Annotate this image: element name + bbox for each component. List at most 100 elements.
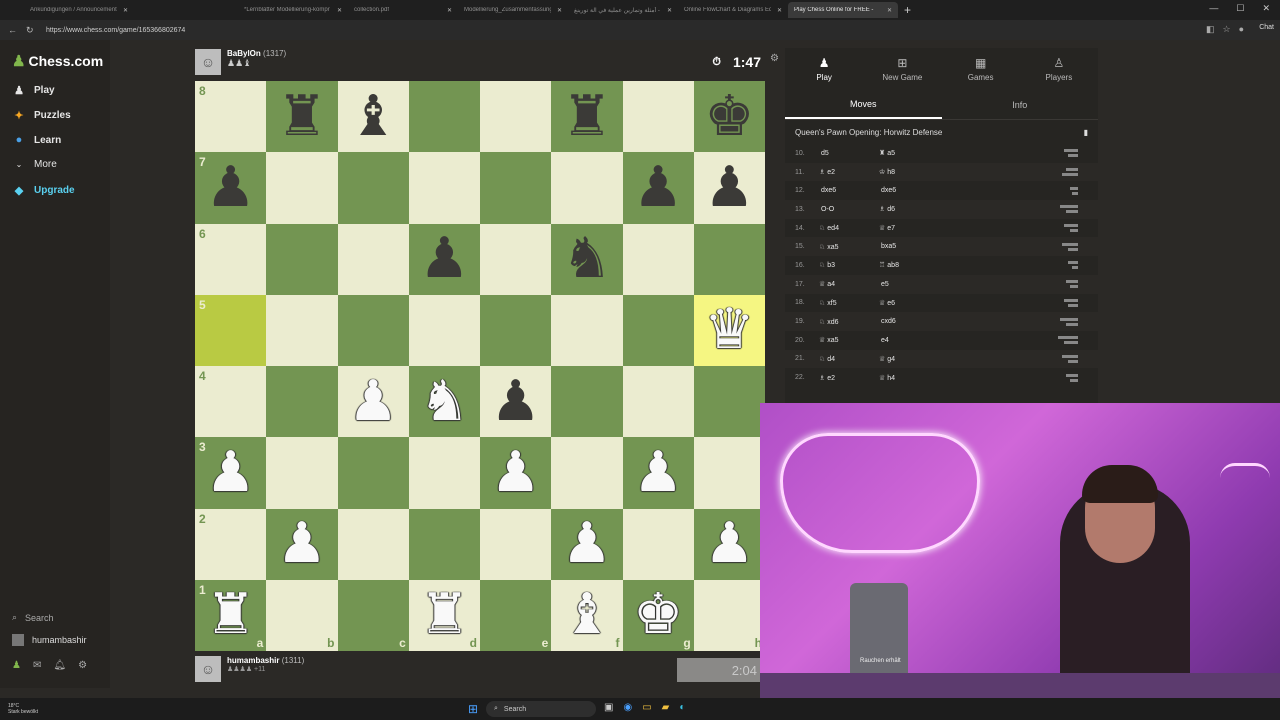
browser-tab[interactable]: أمثلة وتمارين عملية في آلة تورينغ - ✕ (568, 2, 678, 18)
white-move[interactable]: ♘ d4 (819, 355, 879, 363)
square-e4[interactable]: ♟ (480, 366, 552, 438)
white-move[interactable]: ♘ ed4 (819, 224, 879, 232)
close-tab-icon[interactable]: ✕ (557, 7, 562, 14)
gear-icon[interactable]: ⚙ (770, 53, 779, 64)
square-g4[interactable] (622, 366, 694, 438)
square-e8[interactable] (480, 81, 552, 153)
square-f1[interactable]: f ♝ (551, 579, 623, 651)
square-c2[interactable] (337, 508, 409, 580)
square-g3[interactable]: ♟ (622, 437, 694, 509)
black-move[interactable]: bxa5 (879, 243, 939, 250)
square-e2[interactable] (480, 508, 552, 580)
square-b1[interactable]: b (266, 579, 338, 651)
square-e1[interactable]: e (480, 579, 552, 651)
square-b7[interactable] (266, 152, 338, 224)
close-tab-icon[interactable]: ✕ (887, 7, 892, 14)
browser-tab[interactable] (212, 2, 238, 18)
square-c6[interactable] (337, 223, 409, 295)
sidebar-user[interactable]: humambashir (12, 634, 87, 646)
explorer-icon[interactable]: ▭ (642, 702, 651, 713)
square-c8[interactable]: ♝ (337, 81, 409, 153)
square-a8[interactable]: 8 (195, 81, 267, 153)
close-tab-icon[interactable]: ✕ (667, 7, 672, 14)
sidebar-item-learn[interactable]: ● Learn (12, 134, 62, 146)
maximize-icon[interactable]: ☐ (1236, 3, 1244, 14)
square-e6[interactable] (480, 223, 552, 295)
friends-icon[interactable]: ♟ (12, 660, 21, 671)
sidebar-item-play[interactable]: ♟ Play (12, 84, 55, 97)
white-move[interactable]: d5 (819, 150, 879, 157)
square-f4[interactable] (551, 366, 623, 438)
book-icon[interactable]: ▮ (1084, 128, 1088, 137)
browser-tab[interactable] (186, 2, 212, 18)
sidebar-search[interactable]: ⌕ Search (12, 612, 54, 623)
white-move[interactable]: ♕ xa5 (819, 336, 879, 344)
white-queen-icon[interactable]: ♛ (704, 302, 754, 358)
chat-button[interactable]: Chat (1259, 24, 1274, 31)
square-g5[interactable] (622, 294, 694, 366)
white-move[interactable]: ♕ a4 (819, 280, 879, 288)
tab-players[interactable]: ♙ Players (1020, 48, 1098, 90)
black-move[interactable]: e4 (879, 337, 939, 344)
browser-tab[interactable]: Ankündigungen / Announcement ✕ (24, 2, 134, 18)
square-b4[interactable] (266, 366, 338, 438)
avatar[interactable]: ☺ (195, 49, 221, 75)
square-f7[interactable] (551, 152, 623, 224)
square-b5[interactable] (266, 294, 338, 366)
browser-tab[interactable]: collection.pdf ✕ (348, 2, 458, 18)
square-c7[interactable] (337, 152, 409, 224)
white-knight-icon[interactable]: ♞ (419, 373, 469, 430)
black-move[interactable]: ♕ e6 (879, 299, 939, 307)
task-view-icon[interactable]: ▣ (604, 702, 613, 713)
square-h5[interactable]: ♛ (693, 294, 765, 366)
white-pawn-icon[interactable]: ♟ (704, 516, 754, 572)
sidebar-item-puzzles[interactable]: ✦ Puzzles (12, 109, 70, 122)
white-pawn-icon[interactable]: ♟ (562, 516, 612, 572)
square-b6[interactable] (266, 223, 338, 295)
square-f8[interactable]: ♜ (551, 81, 623, 153)
square-h3[interactable] (693, 437, 765, 509)
weather-widget[interactable]: 18°C Stark bewölkt (8, 703, 38, 715)
black-rook-icon[interactable]: ♜ (277, 88, 327, 145)
browser-tab[interactable]: Online FlowChart & Diagrams Edit ✕ (678, 2, 788, 18)
square-b3[interactable] (266, 437, 338, 509)
close-icon[interactable]: ✕ (1262, 3, 1270, 14)
square-d8[interactable] (408, 81, 480, 153)
tab-games[interactable]: ▦ Games (942, 48, 1020, 90)
white-bishop-icon[interactable]: ♝ (562, 587, 612, 643)
move-list[interactable]: 10. d5 ♜ a5 11. ♗ e2 ♔ h8 12. dxe6 dxe6 13. O-O ♗ d6 14.… (785, 144, 1098, 387)
white-king-icon[interactable]: ♚ (633, 587, 683, 643)
settings-icon[interactable]: ⚙ (78, 660, 87, 671)
black-pawn-icon[interactable]: ♟ (704, 159, 754, 216)
black-pawn-icon[interactable]: ♟ (491, 373, 541, 430)
black-pawn-icon[interactable]: ♟ (633, 159, 683, 216)
square-d2[interactable] (408, 508, 480, 580)
square-g6[interactable] (622, 223, 694, 295)
url-field[interactable]: https://www.chess.com/game/165366802674 (46, 27, 185, 34)
close-tab-icon[interactable]: ✕ (777, 7, 782, 14)
back-icon[interactable]: ← (8, 25, 18, 35)
white-rook-icon[interactable]: ♜ (206, 587, 256, 643)
reload-icon[interactable]: ↻ (26, 25, 36, 36)
square-f6[interactable]: ♞ (551, 223, 623, 295)
black-knight-icon[interactable]: ♞ (562, 231, 612, 287)
black-move[interactable]: ♖ ab8 (879, 261, 939, 269)
white-pawn-icon[interactable]: ♟ (277, 516, 327, 572)
taskbar-search[interactable]: ⌕ Search (486, 701, 596, 717)
square-a5[interactable]: 5 (195, 294, 267, 366)
black-move[interactable]: cxd6 (879, 318, 939, 325)
square-h7[interactable]: ♟ (693, 152, 765, 224)
white-pawn-icon[interactable]: ♟ (633, 444, 683, 501)
white-move[interactable]: ♘ b3 (819, 261, 879, 269)
edge-icon[interactable]: ◐ (679, 702, 685, 713)
subtab-info[interactable]: Info (942, 90, 1099, 119)
chess-board[interactable]: 8 ♜ ♝ ♜ ♚ 7 ♟ ♟ ♟ 6 ♟ ♞ 5 ♛ 4 ♟ ♞ ♟ 3 ♟ ♟ ♟ 2 ♟ ♟ ♟ 1 a ♜ b c d ♜ e f ♝ g ♚ h (195, 81, 765, 651)
white-pawn-icon[interactable]: ♟ (348, 373, 398, 430)
square-a6[interactable]: 6 (195, 223, 267, 295)
white-rook-icon[interactable]: ♜ (419, 587, 469, 643)
square-d6[interactable]: ♟ (408, 223, 480, 295)
square-d1[interactable]: d ♜ (408, 579, 480, 651)
square-f3[interactable] (551, 437, 623, 509)
square-d7[interactable] (408, 152, 480, 224)
square-d4[interactable]: ♞ (408, 366, 480, 438)
